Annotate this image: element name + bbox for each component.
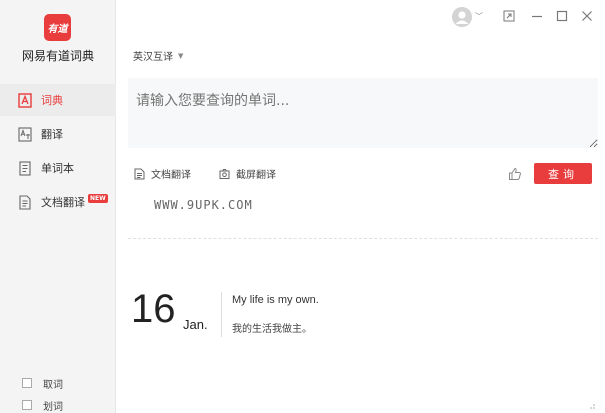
capture-word-checkbox[interactable] [22,378,32,388]
mini-mode-icon [503,10,515,22]
language-select[interactable]: 英汉互译 ▼ [133,48,184,64]
document-icon [134,168,145,179]
daily-quote-chinese: 我的生活我做主。 [232,324,312,335]
wordbook-icon [18,160,32,176]
daily-divider [221,292,222,337]
sidebar-item-label: 文档翻译 [41,196,85,209]
close-button[interactable] [580,9,594,23]
sidebar-options: 取词 划词 [22,374,63,413]
sidebar-item-document-translate[interactable]: 文档翻译 NEW [0,186,116,218]
document-translate-button[interactable]: 文档翻译 [134,166,191,181]
thumbs-up-icon[interactable] [508,167,522,181]
app-name: 网易有道词典 [21,49,94,63]
option-select-word[interactable]: 划词 [22,396,63,413]
new-badge: NEW [88,193,108,203]
search-button[interactable]: 查询 [534,163,592,184]
maximize-button[interactable] [555,9,569,23]
chevron-down-icon[interactable]: ﹀ [475,11,483,22]
sidebar-item-label: 翻译 [41,128,63,141]
resize-grip-icon[interactable] [586,400,596,410]
option-label: 取词 [43,379,63,391]
minimize-icon [532,15,542,18]
minimize-button[interactable] [530,9,544,23]
sidebar-item-label: 单词本 [41,162,74,175]
sidebar: 有道 网易有道词典 词典 翻译 单词本 文档翻译 NEW 取词 划词 [0,0,116,413]
divider [128,238,598,239]
sidebar-nav: 词典 翻译 单词本 文档翻译 NEW [0,84,116,220]
daily-month: Jan. [183,317,208,332]
option-capture-word[interactable]: 取词 [22,374,63,392]
select-word-checkbox[interactable] [22,400,32,410]
maximize-icon [556,10,568,22]
watermark-text: WWW.9UPK.COM [154,198,253,212]
tool-label: 文档翻译 [151,170,191,181]
option-label: 划词 [43,401,63,413]
user-avatar[interactable] [452,7,472,27]
app-logo: 有道 [44,14,71,41]
search-input[interactable] [128,78,598,148]
sidebar-item-label: 词典 [41,94,63,107]
dict-icon [18,92,32,108]
sidebar-item-dictionary[interactable]: 词典 [0,84,116,116]
screenshot-icon [219,168,230,179]
caret-down-icon: ▼ [178,51,184,60]
daily-day: 16 [131,287,176,331]
tool-label: 截屏翻译 [236,170,276,181]
document-icon [18,194,32,210]
language-select-label: 英汉互译 [133,52,173,63]
sidebar-item-wordbook[interactable]: 单词本 [0,152,116,184]
mini-mode-button[interactable] [502,9,516,23]
translate-icon [18,126,32,142]
sidebar-item-translate[interactable]: 翻译 [0,118,116,150]
screenshot-translate-button[interactable]: 截屏翻译 [219,166,276,181]
daily-quote-english[interactable]: My life is my own. [232,294,319,306]
toolbar: 文档翻译 截屏翻译 [134,166,304,181]
close-icon [582,11,592,21]
